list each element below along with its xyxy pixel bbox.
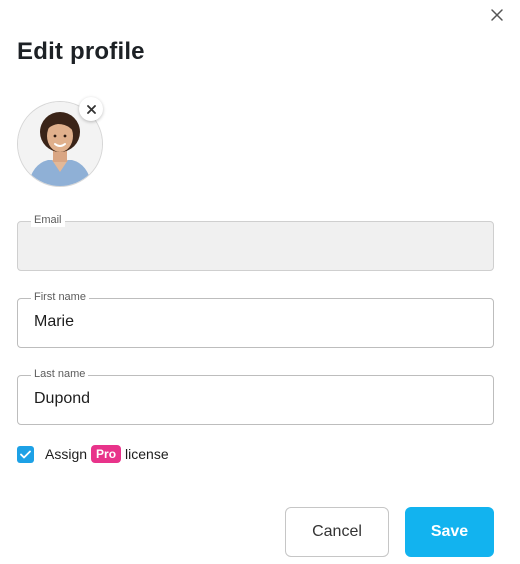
email-field: Email xyxy=(17,213,494,271)
assign-license-checkbox[interactable] xyxy=(17,445,34,463)
email-input[interactable] xyxy=(17,221,494,271)
cancel-button[interactable]: Cancel xyxy=(285,507,389,557)
first-name-field: First name Marie xyxy=(17,290,494,348)
email-label: Email xyxy=(31,213,65,227)
last-name-label: Last name xyxy=(31,367,89,381)
last-name-value: Dupond xyxy=(34,390,91,407)
checkmark-icon xyxy=(20,450,31,458)
remove-avatar-button[interactable] xyxy=(79,97,103,121)
dialog-title: Edit profile xyxy=(17,38,145,65)
license-label: license xyxy=(125,446,169,462)
close-icon xyxy=(86,104,96,114)
assign-label: Assign xyxy=(45,446,88,462)
edit-profile-dialog: Edit profile Email First name Marie Last… xyxy=(0,0,520,564)
close-icon xyxy=(491,9,503,21)
save-button[interactable]: Save xyxy=(405,507,494,557)
avatar-container xyxy=(17,97,103,187)
last-name-field: Last name Dupond xyxy=(17,367,494,425)
close-dialog-button[interactable] xyxy=(486,4,508,26)
assign-license-row: Assign Pro license xyxy=(17,444,169,464)
first-name-input[interactable] xyxy=(17,298,494,348)
first-name-label: First name xyxy=(31,290,89,304)
first-name-value: Marie xyxy=(34,313,75,330)
pro-badge: Pro xyxy=(91,445,122,463)
